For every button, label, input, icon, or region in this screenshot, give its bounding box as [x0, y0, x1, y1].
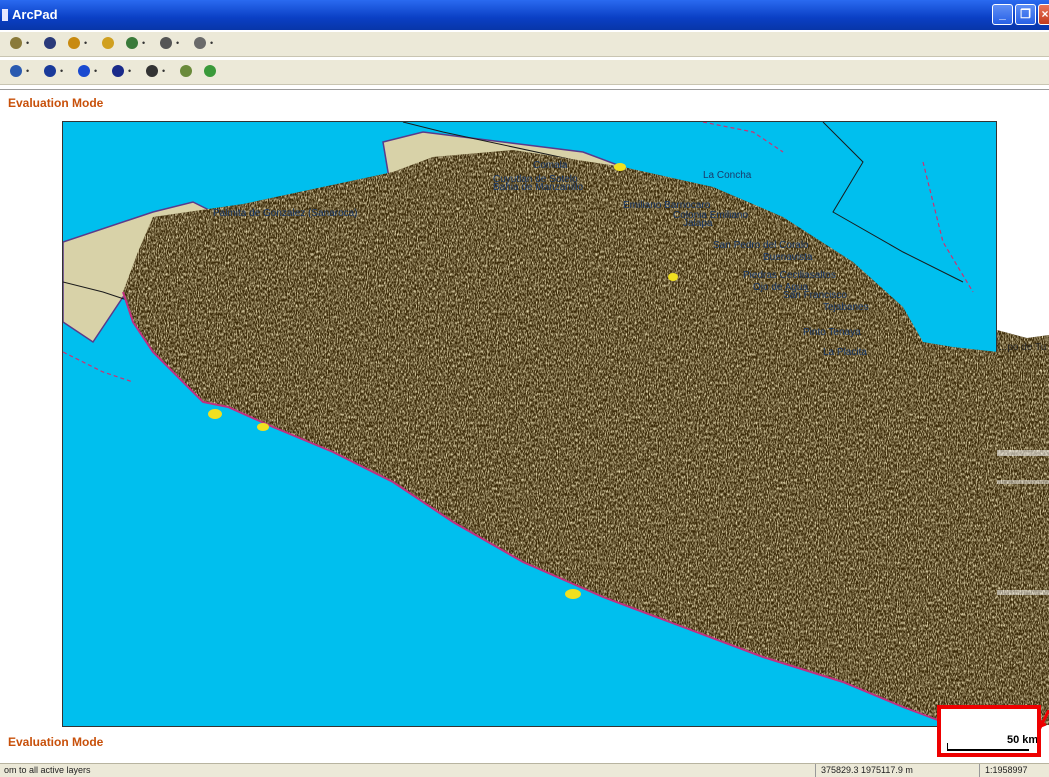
main-toolbar: • • • • • [0, 32, 1049, 57]
status-divider [979, 764, 980, 777]
dropdown-arrow-icon[interactable]: • [142, 38, 145, 48]
back-arrow-icon [78, 65, 90, 77]
dropdown-arrow-icon[interactable]: • [176, 38, 179, 48]
layers-icon [102, 37, 114, 49]
hyperlink-button[interactable] [178, 63, 194, 79]
place-label: Piedras Ceciliasaltos [743, 270, 836, 281]
status-scale: 1:1958997 [985, 765, 1028, 775]
globe-button[interactable] [42, 63, 58, 79]
scale-bar: 50 km [937, 705, 1041, 757]
zoom-in-button[interactable] [8, 63, 24, 79]
maximize-icon: ❐ [1020, 7, 1031, 21]
pen-edit-icon [126, 37, 138, 49]
save-button[interactable] [42, 35, 58, 51]
find-binoculars-button[interactable] [144, 63, 160, 79]
dropdown-arrow-icon[interactable]: • [26, 66, 29, 76]
find-binoculars-icon [146, 65, 158, 77]
place-label: Buenavista [763, 252, 813, 263]
status-coordinates: 375829.3 1975117.9 m [821, 765, 913, 775]
status-bar: om to all active layers 375829.3 1975117… [0, 763, 1049, 777]
dropdown-arrow-icon[interactable]: • [128, 66, 131, 76]
evaluation-mode-label-bottom: Evaluation Mode [8, 735, 104, 749]
save-icon [44, 37, 56, 49]
open-folder-button[interactable] [8, 35, 24, 51]
map-canvas [63, 122, 998, 723]
place-label: Pinto Tenaya [803, 327, 861, 338]
municipal-boundary-line [702, 122, 784, 153]
maximize-button[interactable]: ❐ [1015, 4, 1036, 25]
window-title: ArcPad [12, 7, 58, 22]
pen-edit-button[interactable] [124, 35, 140, 51]
overflow-canvas [997, 330, 1049, 725]
highlight-box [937, 705, 1041, 757]
dropdown-arrow-icon[interactable]: • [94, 66, 97, 76]
place-label: La Concha [703, 170, 752, 181]
back-arrow-button[interactable] [76, 63, 92, 79]
highlight-arrow-icon [1040, 710, 1049, 731]
town-marker [565, 589, 581, 599]
identify-icon [112, 65, 124, 77]
evaluation-mode-label-top: Evaluation Mode [8, 96, 104, 110]
help-icon [194, 37, 206, 49]
close-button[interactable]: × [1038, 4, 1049, 25]
status-divider [815, 764, 816, 777]
place-label: Palmita de Gonzalez (Sanaroca) [213, 208, 358, 219]
municipal-boundary-line [922, 161, 974, 293]
place-label: Jalapa [683, 218, 713, 229]
dropdown-arrow-icon[interactable]: • [84, 38, 87, 48]
town-marker [614, 163, 626, 171]
place-label: Bahia de Manzanillo [493, 182, 584, 193]
tools-button[interactable] [158, 35, 174, 51]
map-view[interactable]: Comala Cuyutlan de Sotelo Bahia de Manzani… [62, 121, 998, 727]
town-marker [208, 409, 222, 419]
identify-button[interactable] [110, 63, 126, 79]
toolbar-divider [0, 89, 1049, 90]
minimize-button[interactable]: _ [992, 4, 1013, 25]
hyperlink-icon [180, 65, 192, 77]
gps-position-icon [68, 37, 80, 49]
dropdown-arrow-icon[interactable]: • [26, 38, 29, 48]
overlapping-labels-texture [123, 150, 998, 722]
dropdown-arrow-icon[interactable]: • [210, 38, 213, 48]
town-marker [257, 423, 269, 431]
open-folder-icon [10, 37, 22, 49]
place-label: Comala [533, 160, 568, 171]
minimize-icon: _ [999, 7, 1006, 21]
town-marker [668, 273, 678, 281]
municipal-boundary-line [63, 351, 134, 383]
place-label: San Pedro del Coralo [713, 240, 809, 251]
window-title-bar: ArcPad _ ❐ × [0, 0, 1049, 30]
tools-icon [160, 37, 172, 49]
dropdown-arrow-icon[interactable]: • [162, 66, 165, 76]
browse-toolbar: • • • • • [0, 60, 1049, 85]
layers-button[interactable] [100, 35, 116, 51]
go-to-icon [204, 65, 216, 77]
place-label: La Placita [823, 347, 867, 358]
gps-position-button[interactable] [66, 35, 82, 51]
status-message: om to all active layers [4, 765, 91, 775]
dropdown-arrow-icon[interactable]: • [60, 66, 63, 76]
overflow-label-text: ...po de Tu J [999, 342, 1049, 353]
place-label: San Francisco [783, 290, 847, 301]
go-to-button[interactable] [202, 63, 218, 79]
zoom-in-icon [10, 65, 22, 77]
help-button[interactable] [192, 35, 208, 51]
place-label: Tejabanes [823, 302, 869, 313]
close-icon: × [1041, 7, 1049, 21]
map-label-overflow [997, 330, 1049, 725]
arcpad-app-icon[interactable] [2, 9, 8, 21]
globe-icon [44, 65, 56, 77]
